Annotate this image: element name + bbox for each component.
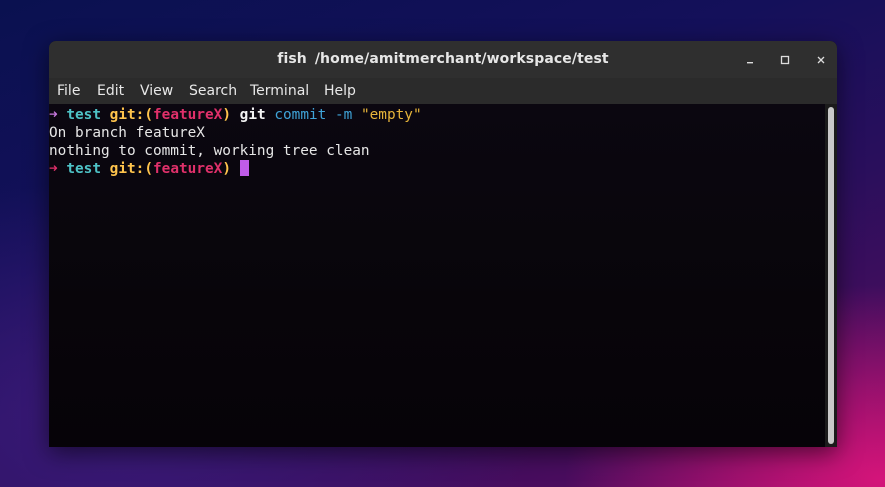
prompt-arrow: ➜ — [49, 161, 58, 177]
prompt-git-close: ) — [222, 107, 231, 123]
terminal-line-prompt: ➜ test git:(featureX) — [49, 160, 249, 178]
menu-search[interactable]: Search — [189, 78, 237, 104]
window-title-path: /home/amitmerchant/workspace/test — [314, 51, 609, 67]
terminal-window: fish/home/amitmerchant/workspace/test Fi… — [49, 41, 837, 447]
close-button[interactable] — [811, 50, 831, 70]
command-argument: "empty" — [360, 107, 422, 123]
prompt-dir: test — [66, 107, 101, 123]
terminal-line-output: On branch featureX — [49, 125, 205, 141]
menu-terminal[interactable]: Terminal — [250, 78, 309, 104]
terminal-line-output: nothing to commit, working tree clean — [49, 143, 370, 159]
prompt-git-open: git:( — [109, 161, 153, 177]
prompt-branch: featureX — [153, 161, 223, 177]
scrollbar[interactable] — [825, 104, 837, 447]
scrollbar-thumb[interactable] — [828, 107, 834, 444]
prompt-git-open: git:( — [109, 107, 153, 123]
menu-bar: File Edit View Search Terminal Help — [49, 78, 837, 104]
maximize-button[interactable] — [775, 50, 795, 70]
minimize-icon — [747, 62, 753, 64]
text-cursor — [239, 160, 249, 176]
menu-view[interactable]: View — [140, 78, 173, 104]
menu-edit[interactable]: Edit — [97, 78, 124, 104]
menu-file[interactable]: File — [57, 78, 80, 104]
command-flag: -m — [334, 107, 353, 123]
command-name: git — [239, 107, 266, 123]
window-title: fish/home/amitmerchant/workspace/test — [49, 41, 837, 78]
prompt-dir: test — [66, 161, 101, 177]
menu-help[interactable]: Help — [324, 78, 356, 104]
terminal-line-command: ➜ test git:(featureX) git commit -m "emp… — [49, 106, 422, 124]
close-icon — [817, 56, 825, 64]
window-title-app: fish — [277, 51, 307, 67]
maximize-icon — [780, 55, 790, 65]
prompt-arrow: ➜ — [49, 107, 58, 123]
prompt-branch: featureX — [153, 107, 223, 123]
terminal-output[interactable]: ➜ test git:(featureX) git commit -m "emp… — [49, 104, 825, 447]
prompt-git-close: ) — [222, 161, 231, 177]
minimize-button[interactable] — [740, 50, 760, 70]
command-subcommand: commit — [274, 107, 327, 123]
title-bar[interactable]: fish/home/amitmerchant/workspace/test — [49, 41, 837, 78]
